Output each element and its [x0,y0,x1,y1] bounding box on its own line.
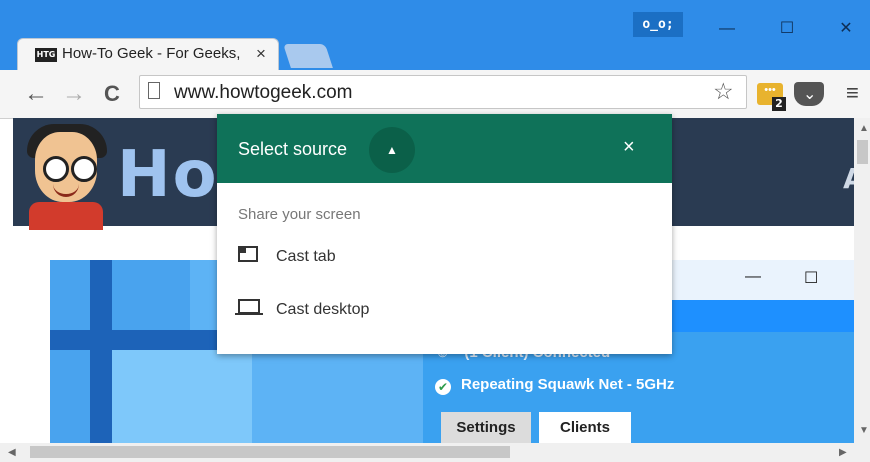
tab-settings[interactable]: Settings [441,412,531,443]
new-tab-button[interactable] [283,44,333,68]
scroll-down-icon[interactable]: ▼ [859,425,869,436]
maximize-button[interactable]: ☐ [770,18,804,40]
check-icon: ✔ [435,379,451,395]
scroll-right-icon[interactable]: ▶ [839,447,847,458]
cast-dialog: Select source ▲ × Share your screen Cast… [217,114,672,354]
tab-clients[interactable]: Clients [539,412,631,443]
mascot-shirt [29,202,103,230]
wallpaper-pane-light [112,350,252,443]
tab-close-icon[interactable]: × [256,44,266,64]
cast-tab-option[interactable]: Cast tab [238,246,336,270]
extension-badge: 2 [772,97,786,111]
bookmark-star-icon[interactable]: ☆ [713,78,734,105]
cast-close-icon[interactable]: × [623,136,635,159]
scroll-left-icon[interactable]: ◀ [8,447,16,458]
laptop-icon [235,299,263,315]
address-bar[interactable]: www.howtogeek.com ☆ [139,75,747,109]
cast-dialog-subtitle: Share your screen [238,206,361,223]
tab-icon [238,246,258,262]
network-name: Repeating Squawk Net - 5GHz [461,376,675,393]
tab-title: How-To Geek - For Geeks, [62,45,241,62]
mascot-glasses-right [71,156,97,182]
horizontal-scroll-thumb[interactable] [30,446,510,458]
cast-desktop-label: Cast desktop [276,301,370,318]
mascot-glasses-left [43,156,69,182]
app-maximize-button[interactable]: ☐ [804,268,818,288]
close-window-button[interactable]: ✕ [829,18,863,40]
scroll-up-icon[interactable]: ▲ [859,123,869,134]
url-text[interactable]: www.howtogeek.com [174,82,352,104]
wallpaper-beam-vertical [90,260,112,443]
minimize-button[interactable]: — [710,18,744,40]
forward-icon[interactable]: → [62,80,86,108]
chrome-menu-icon[interactable]: ≡ [846,80,859,106]
collapse-source-button[interactable]: ▲ [369,127,415,173]
network-status: ✔ Repeating Squawk Net - 5GHz [435,376,674,395]
page-icon [148,82,160,99]
cast-dialog-header: Select source ▲ × [217,114,672,183]
pocket-chevron-icon: ⌄ [803,86,817,103]
vertical-scroll-thumb[interactable] [857,140,868,164]
htg-favicon-icon: HTG [35,48,57,62]
reload-icon[interactable]: C [104,80,120,108]
vertical-scrollbar[interactable] [854,118,870,443]
banner-text: A [843,162,854,195]
browser-tab[interactable]: HTG How-To Geek - For Geeks, × [17,38,279,70]
cast-tab-label: Cast tab [276,248,336,265]
app-minimize-button[interactable]: — [745,268,761,286]
cast-desktop-option[interactable]: Cast desktop [235,299,370,323]
cast-dialog-title: Select source [238,139,348,159]
back-icon[interactable]: ← [24,80,48,108]
profile-button[interactable]: o_o; [633,12,683,37]
